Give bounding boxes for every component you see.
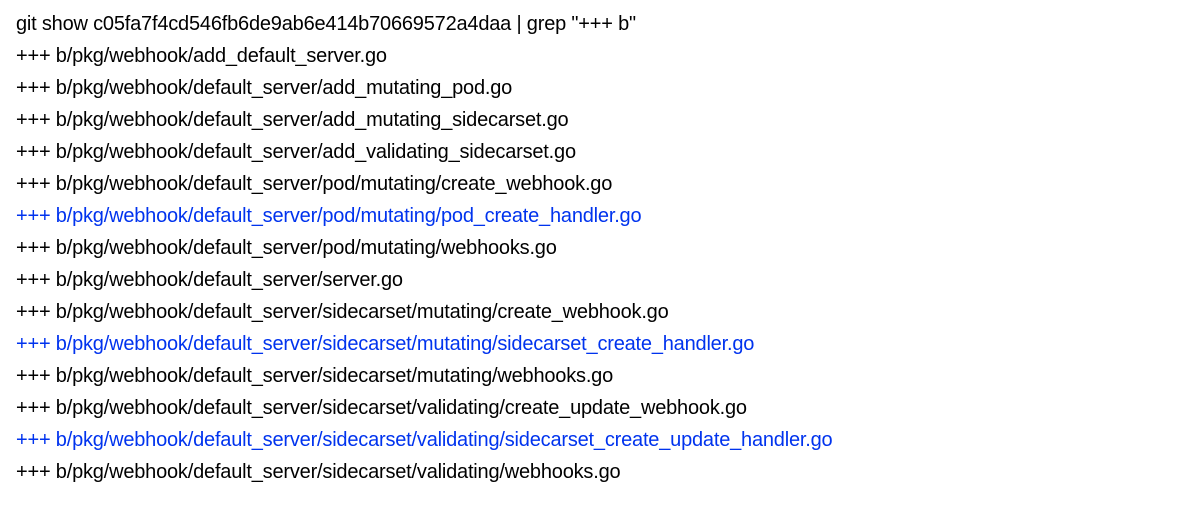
output-line: +++ b/pkg/webhook/default_server/add_mut…: [16, 72, 1174, 104]
output-line: +++ b/pkg/webhook/default_server/add_val…: [16, 136, 1174, 168]
output-line: +++ b/pkg/webhook/default_server/add_mut…: [16, 104, 1174, 136]
output-line: +++ b/pkg/webhook/default_server/sidecar…: [16, 296, 1174, 328]
command-line: git show c05fa7f4cd546fb6de9ab6e414b7066…: [16, 8, 1174, 40]
output-line: +++ b/pkg/webhook/default_server/sidecar…: [16, 456, 1174, 488]
output-line: +++ b/pkg/webhook/default_server/pod/mut…: [16, 200, 1174, 232]
output-line: +++ b/pkg/webhook/default_server/server.…: [16, 264, 1174, 296]
output-line: +++ b/pkg/webhook/default_server/pod/mut…: [16, 232, 1174, 264]
output-line: +++ b/pkg/webhook/default_server/sidecar…: [16, 392, 1174, 424]
output-line: +++ b/pkg/webhook/add_default_server.go: [16, 40, 1174, 72]
output-line: +++ b/pkg/webhook/default_server/sidecar…: [16, 328, 1174, 360]
output-block: +++ b/pkg/webhook/add_default_server.go+…: [16, 40, 1174, 488]
output-line: +++ b/pkg/webhook/default_server/sidecar…: [16, 424, 1174, 456]
output-line: +++ b/pkg/webhook/default_server/sidecar…: [16, 360, 1174, 392]
output-line: +++ b/pkg/webhook/default_server/pod/mut…: [16, 168, 1174, 200]
